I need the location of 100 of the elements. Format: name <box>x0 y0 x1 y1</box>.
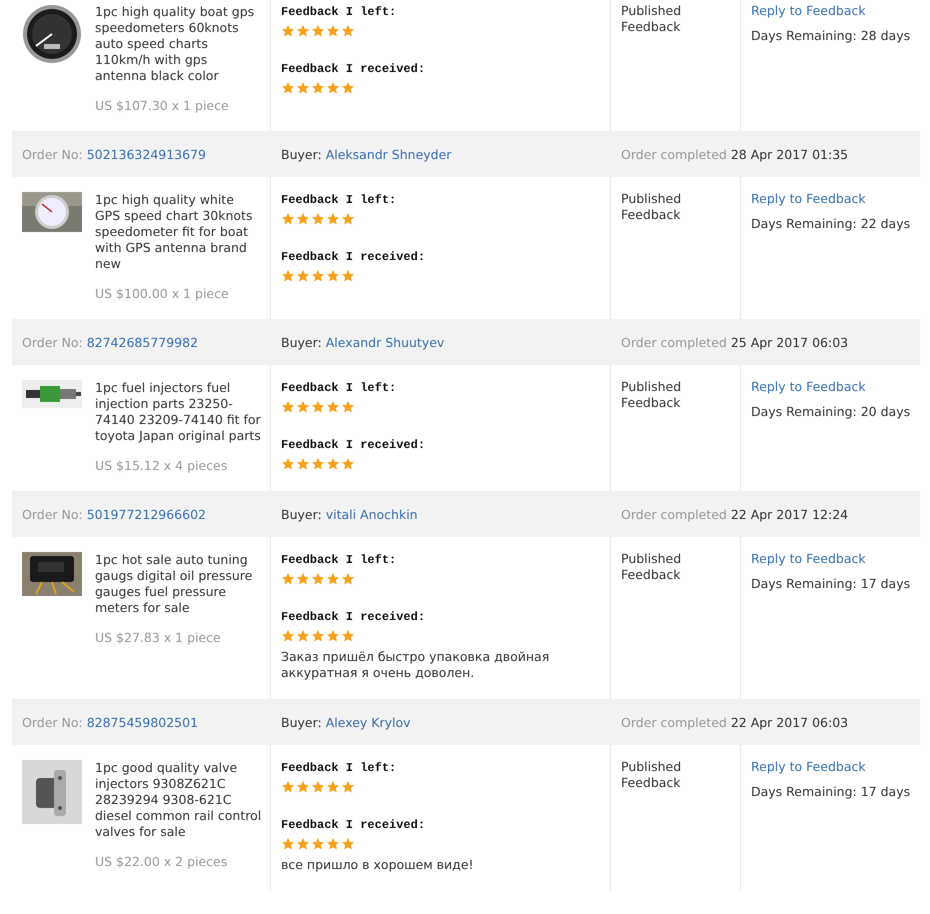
star-icon <box>296 572 310 586</box>
feedback-received-label: Feedback I received: <box>281 438 426 452</box>
days-remaining: Days Remaining: 17 days <box>751 576 912 591</box>
star-icon <box>341 837 355 851</box>
days-remaining: Days Remaining: 17 days <box>751 784 912 799</box>
star-icon <box>281 457 295 471</box>
product-title: 1pc good quality valve injectors 9308Z621C 28239294 9308-621C diesel common rail control valves for sale <box>95 760 262 840</box>
order-number-link[interactable]: 82742685779982 <box>86 334 198 350</box>
star-icon <box>281 212 295 226</box>
product-price: US $100.00 x 1 piece <box>95 286 230 301</box>
star-icon <box>341 780 355 794</box>
feedback-status: Published Feedback <box>621 759 682 791</box>
feedback-received-label: Feedback I received: <box>281 250 426 264</box>
completed-date: 28 Apr 2017 01:35 <box>730 146 848 162</box>
star-icon <box>311 269 325 283</box>
order-number-link[interactable]: 82875459802501 <box>86 714 198 730</box>
buyer-link[interactable]: Aleksandr Shneyder <box>326 146 452 162</box>
star-icon <box>326 780 340 794</box>
buyer-label: Buyer: <box>281 506 322 522</box>
product-title: 1pc hot sale auto tuning gaugs digital oil pressure gauges fuel pressure meters for sale <box>95 552 254 616</box>
order-label: Order No: <box>22 334 83 350</box>
days-remaining: Days Remaining: 22 days <box>751 216 912 231</box>
buyer-label: Buyer: <box>281 334 322 350</box>
star-icon <box>341 81 355 95</box>
order-status-label: Order completed <box>621 714 727 730</box>
days-remaining: Days Remaining: 28 days <box>751 28 912 43</box>
star-icon <box>296 269 310 283</box>
star-icon <box>341 400 355 414</box>
product-title: 1pc high quality boat gps speedometers 60knots auto speed charts 110km/h with gps antenna black color <box>95 4 256 84</box>
star-icon <box>326 81 340 95</box>
star-icon <box>341 269 355 283</box>
feedback-left-label: Feedback I left: <box>281 381 398 395</box>
star-icon <box>296 837 310 851</box>
feedback-received-label: Feedback I received: <box>281 62 426 76</box>
star-icon <box>326 400 340 414</box>
feedback-comment: все пришло в хорошем виде! <box>281 857 475 873</box>
reply-link[interactable]: Reply to Feedback <box>751 379 866 394</box>
feedback-received-label: Feedback I received: <box>281 610 426 624</box>
days-remaining: Days Remaining: 20 days <box>751 404 912 419</box>
buyer-link[interactable]: Alexey Krylov <box>326 714 411 730</box>
reply-link[interactable]: Reply to Feedback <box>751 3 866 18</box>
order-number-link[interactable]: 501977212966602 <box>86 506 206 522</box>
star-icon <box>326 572 340 586</box>
star-icon <box>281 572 295 586</box>
feedback-status: Published Feedback <box>621 551 682 583</box>
star-icon <box>296 212 310 226</box>
star-icon <box>311 457 325 471</box>
star-icon <box>326 269 340 283</box>
feedback-status: Published Feedback <box>621 379 682 411</box>
star-icon <box>326 24 340 38</box>
star-icon <box>296 629 310 643</box>
product-title: 1pc high quality white GPS speed chart 30knots speedometer fit for boat with GPS antenna brand new <box>95 192 254 272</box>
star-icon <box>311 81 325 95</box>
product-price: US $27.83 x 1 piece <box>95 630 222 645</box>
star-icon <box>296 81 310 95</box>
feedback-left-label: Feedback I left: <box>281 193 398 207</box>
product-price: US $15.12 x 4 pieces <box>95 458 228 473</box>
feedback-left-label: Feedback I left: <box>281 553 398 567</box>
star-icon <box>296 400 310 414</box>
star-icon <box>296 457 310 471</box>
feedback-status: Published Feedback <box>621 3 682 35</box>
product-price: US $107.30 x 1 piece <box>95 98 230 113</box>
star-icon <box>326 457 340 471</box>
star-icon <box>326 629 340 643</box>
completed-date: 22 Apr 2017 06:03 <box>730 714 848 730</box>
feedback-comment: Заказ пришёл быстро упаковка двойная аккуратная я очень доволен. <box>281 649 550 681</box>
product-price: US $22.00 x 2 pieces <box>95 854 228 869</box>
star-icon <box>311 212 325 226</box>
star-icon <box>281 780 295 794</box>
completed-date: 25 Apr 2017 06:03 <box>730 334 848 350</box>
buyer-link[interactable]: Alexandr Shuutyev <box>326 334 444 350</box>
reply-link[interactable]: Reply to Feedback <box>751 551 866 566</box>
order-status-label: Order completed <box>621 146 727 162</box>
star-icon <box>296 24 310 38</box>
star-icon <box>281 837 295 851</box>
buyer-link[interactable]: vitali Anochkin <box>326 506 418 522</box>
star-icon <box>281 81 295 95</box>
star-icon <box>311 24 325 38</box>
star-icon <box>341 24 355 38</box>
star-icon <box>296 780 310 794</box>
feedback-received-label: Feedback I received: <box>281 818 426 832</box>
completed-date: 22 Apr 2017 12:24 <box>730 506 848 522</box>
star-icon <box>341 572 355 586</box>
feedback-left-label: Feedback I left: <box>281 5 398 19</box>
buyer-label: Buyer: <box>281 146 322 162</box>
feedback-left-label: Feedback I left: <box>281 761 398 775</box>
reply-link[interactable]: Reply to Feedback <box>751 191 866 206</box>
star-icon <box>281 400 295 414</box>
order-label: Order No: <box>22 714 83 730</box>
star-icon <box>311 837 325 851</box>
order-label: Order No: <box>22 146 83 162</box>
order-number-link[interactable]: 502136324913679 <box>86 146 206 162</box>
star-icon <box>326 212 340 226</box>
star-icon <box>341 212 355 226</box>
star-icon <box>311 629 325 643</box>
star-icon <box>281 269 295 283</box>
reply-link[interactable]: Reply to Feedback <box>751 759 866 774</box>
star-icon <box>341 457 355 471</box>
feedback-status: Published Feedback <box>621 191 682 223</box>
star-icon <box>326 837 340 851</box>
